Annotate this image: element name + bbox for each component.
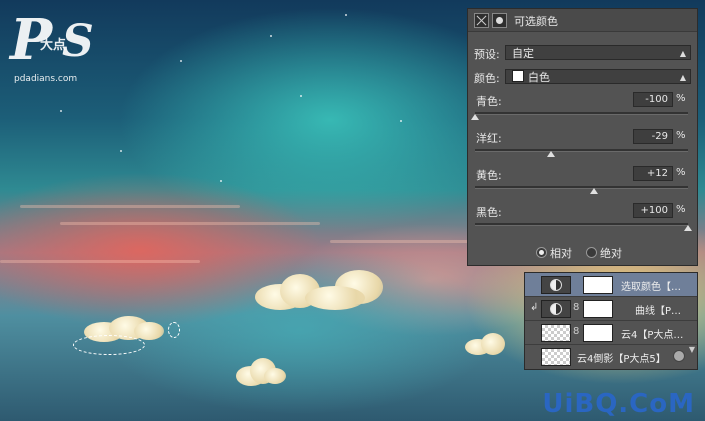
- marquee-selection[interactable]: [73, 335, 145, 355]
- absolute-radio[interactable]: [586, 247, 597, 258]
- preset-dropdown[interactable]: 自定 ▲: [505, 45, 691, 60]
- layer-row[interactable]: ↲ 8 曲线【P…: [525, 297, 697, 321]
- layer-thumb[interactable]: [541, 348, 571, 366]
- panel-title: 可选颜色: [514, 15, 558, 28]
- selective-color-icon: [541, 276, 571, 294]
- layer-name: 云4倒影【P大点5】: [577, 354, 666, 365]
- watermark: UiBQ.CoM: [542, 389, 695, 419]
- star: [220, 180, 222, 182]
- layer-row[interactable]: 8 云4【P大点…: [525, 321, 697, 345]
- panel-header: 可选颜色: [468, 9, 697, 32]
- star: [180, 60, 182, 62]
- layer-row[interactable]: 选取颜色【…: [525, 273, 697, 297]
- preset-label: 预设:: [474, 48, 500, 61]
- slider-thumb[interactable]: [684, 225, 692, 231]
- dropdown-arrow-icon: ▲: [679, 49, 686, 58]
- percent-unit: %: [676, 204, 686, 215]
- preset-value: 自定: [512, 47, 534, 60]
- layer-mask-thumb[interactable]: [583, 276, 613, 294]
- slider-label: 洋红:: [476, 132, 502, 145]
- layer-name: 云4【P大点…: [621, 330, 684, 341]
- layer-thumb[interactable]: [541, 324, 571, 342]
- absolute-label: 绝对: [600, 247, 622, 260]
- layer-name: 选取颜色【…: [621, 282, 681, 293]
- relative-label: 相对: [550, 247, 572, 260]
- adjustment-icon[interactable]: [474, 13, 489, 28]
- layer-name: 曲线【P…: [635, 306, 682, 317]
- star: [345, 14, 347, 16]
- layers-panel: 选取颜色【… ↲ 8 曲线【P… 8 云4【P大点… 云4倒影【P大点5】 ▼: [524, 272, 698, 370]
- logo-chinese: 大点: [40, 38, 67, 53]
- star: [60, 110, 62, 112]
- slider-label: 黑色:: [476, 206, 502, 219]
- link-icon: 8: [573, 326, 580, 337]
- layer-mask-thumb[interactable]: [583, 300, 613, 318]
- layer-effects-icon[interactable]: [673, 350, 685, 362]
- layer-mask-thumb[interactable]: [583, 324, 613, 342]
- colors-label: 颜色:: [474, 72, 500, 85]
- slider-value-field[interactable]: -100: [633, 92, 673, 107]
- cloud-streak: [20, 205, 240, 208]
- slider-label: 青色:: [476, 95, 502, 108]
- slider-track[interactable]: [471, 112, 688, 120]
- cloud-streak: [60, 222, 320, 225]
- clip-arrow-icon: ↲: [530, 302, 539, 313]
- star: [120, 150, 122, 152]
- scroll-down-icon[interactable]: ▼: [689, 345, 695, 354]
- star: [300, 95, 302, 97]
- slider-value-field[interactable]: +100: [633, 203, 673, 218]
- slider-track[interactable]: [475, 186, 688, 194]
- slider-thumb[interactable]: [471, 114, 479, 120]
- colors-dropdown[interactable]: 白色 ▲: [505, 69, 691, 84]
- slider-track[interactable]: [475, 223, 692, 231]
- logo-letter: S: [62, 16, 94, 67]
- percent-unit: %: [676, 93, 686, 104]
- slider-value-field[interactable]: +12: [633, 166, 673, 181]
- slider-label: 黄色:: [476, 169, 502, 182]
- color-swatch: [512, 70, 524, 82]
- mask-icon[interactable]: [492, 13, 507, 28]
- layer-row[interactable]: 云4倒影【P大点5】: [525, 345, 697, 368]
- slider-track[interactable]: [475, 149, 688, 157]
- slider-value-field[interactable]: -29: [633, 129, 673, 144]
- properties-panel: 可选颜色 预设: 自定 ▲ 颜色: 白色 ▲ 青色: -100% 洋红: -29% 黄色…: [467, 8, 698, 266]
- link-icon: 8: [573, 302, 580, 313]
- slider-thumb[interactable]: [546, 151, 555, 157]
- curves-icon: [541, 300, 571, 318]
- cloud-streak: [0, 260, 200, 263]
- star: [270, 35, 272, 37]
- logo-url: pdadians.com: [14, 74, 78, 84]
- relative-radio[interactable]: [536, 247, 547, 258]
- slider-thumb[interactable]: [590, 188, 599, 194]
- marquee-selection[interactable]: [168, 322, 180, 338]
- star: [400, 120, 402, 122]
- percent-unit: %: [676, 167, 686, 178]
- dropdown-arrow-icon: ▲: [679, 73, 686, 82]
- colors-value: 白色: [528, 71, 550, 84]
- percent-unit: %: [676, 130, 686, 141]
